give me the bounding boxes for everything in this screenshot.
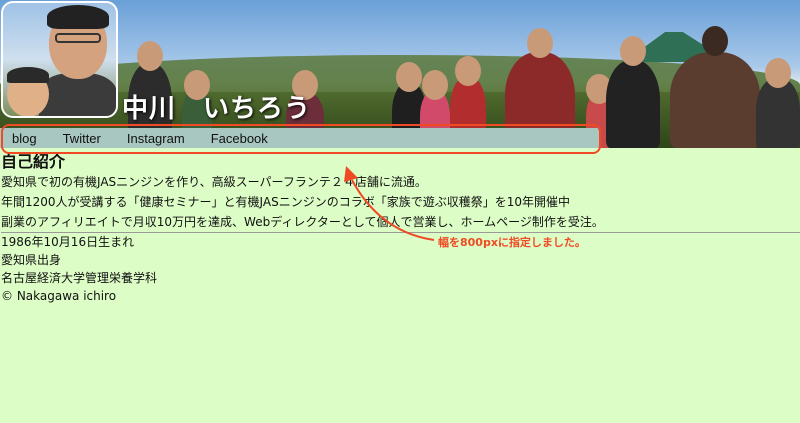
annotation-note: 幅を800pxに指定しました。 [438,236,586,249]
annotation-arrow-icon [344,166,435,241]
